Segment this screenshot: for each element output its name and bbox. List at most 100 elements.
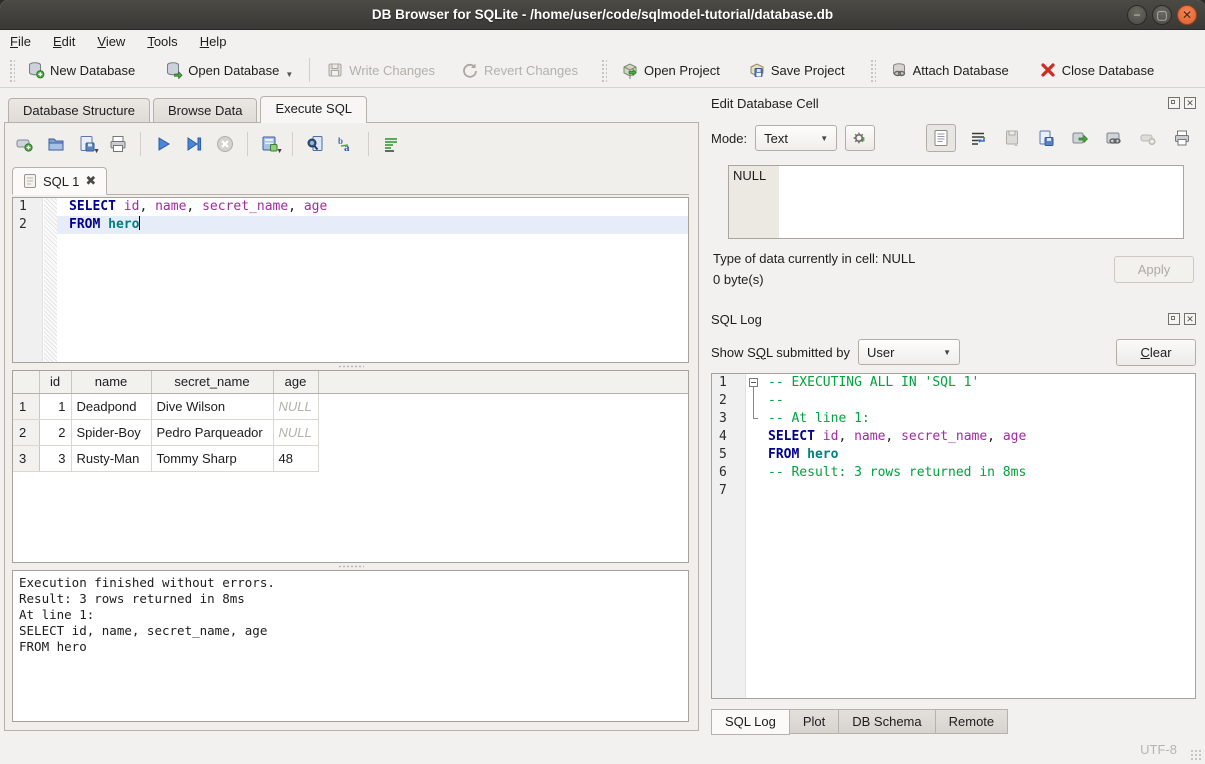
write-changes-button[interactable]: Write Changes — [318, 57, 443, 83]
execute-all-icon[interactable] — [152, 133, 174, 155]
link-cell-icon[interactable] — [1102, 126, 1126, 150]
row-header[interactable]: 2 — [13, 419, 39, 445]
cell-id[interactable]: 3 — [39, 445, 71, 471]
cell-mode-row: Mode: Text ▼ — [711, 123, 1196, 153]
corner-header[interactable] — [13, 371, 39, 393]
cell-editor-margin: NULL — [729, 166, 779, 238]
mode-select[interactable]: Text ▼ — [755, 125, 837, 151]
splitter-results-message[interactable] — [12, 563, 689, 570]
sql-log-view[interactable]: 1 -- EXECUTING ALL IN 'SQL 1' 2 -- 3 -- … — [711, 373, 1196, 699]
execution-message-panel: Execution finished without errors. Resul… — [12, 570, 689, 722]
table-row[interactable]: 1 1 Deadpond Dive Wilson NULL — [13, 393, 688, 419]
cell-name[interactable]: Deadpond — [71, 393, 151, 419]
word-wrap-icon[interactable] — [380, 133, 402, 155]
export-cell-icon[interactable] — [1034, 126, 1058, 150]
open-database-label: Open Database — [188, 63, 279, 78]
open-database-dropdown-icon[interactable]: ▼ — [285, 70, 293, 79]
float-panel-icon[interactable] — [1168, 313, 1180, 325]
print-icon[interactable] — [107, 133, 129, 155]
column-header-name[interactable]: name — [71, 371, 151, 393]
close-database-button[interactable]: Close Database — [1031, 57, 1163, 83]
revert-changes-label: Revert Changes — [484, 63, 578, 78]
close-panel-icon[interactable]: ✕ — [1184, 97, 1196, 109]
tab-execute-sql[interactable]: Execute SQL — [260, 96, 367, 123]
open-project-button[interactable]: Open Project — [613, 57, 728, 83]
revert-changes-icon — [461, 61, 479, 79]
save-sql-file-icon[interactable]: ▼ — [76, 133, 98, 155]
dock-tab-db-schema[interactable]: DB Schema — [839, 709, 935, 734]
fold-marker-collapse[interactable] — [746, 374, 764, 392]
open-database-button[interactable]: Open Database ▼ — [157, 57, 301, 83]
close-sql-tab-icon[interactable]: ✖ — [85, 173, 96, 189]
encoding-indicator[interactable]: UTF-8 — [1140, 742, 1177, 757]
dock-tab-plot[interactable]: Plot — [790, 709, 839, 734]
database-open-icon — [165, 61, 183, 79]
cell-age[interactable]: 48 — [273, 445, 318, 471]
revert-changes-button[interactable]: Revert Changes — [453, 57, 586, 83]
apply-button[interactable]: Apply — [1114, 256, 1194, 283]
cell-content-editor[interactable]: NULL — [728, 165, 1184, 239]
splitter-editor-results[interactable] — [12, 363, 689, 370]
submitter-select[interactable]: User ▼ — [858, 339, 960, 365]
attach-database-button[interactable]: Attach Database — [882, 57, 1017, 83]
float-panel-icon[interactable] — [1168, 97, 1180, 109]
import-cell-icon[interactable] — [1000, 126, 1024, 150]
close-panel-icon[interactable]: ✕ — [1184, 313, 1196, 325]
cell-age[interactable]: NULL — [273, 393, 318, 419]
set-null-icon[interactable] — [1136, 126, 1160, 150]
titlebar[interactable]: DB Browser for SQLite - /home/user/code/… — [0, 0, 1205, 30]
maximize-icon[interactable]: ▢ — [1152, 5, 1172, 25]
save-results-icon[interactable]: ▼ — [259, 133, 281, 155]
save-project-button[interactable]: Save Project — [740, 57, 853, 83]
cell-id[interactable]: 1 — [39, 393, 71, 419]
table-row[interactable]: 2 2 Spider-Boy Pedro Parqueador NULL — [13, 419, 688, 445]
chevron-down-icon: ▼ — [943, 348, 951, 357]
apply-cell-icon[interactable] — [1068, 126, 1092, 150]
toolbar-drag-handle[interactable] — [869, 58, 876, 82]
apply-mode-button[interactable] — [845, 125, 875, 151]
dock-tab-remote[interactable]: Remote — [936, 709, 1009, 734]
find-icon[interactable] — [304, 133, 326, 155]
menu-help[interactable]: Help — [200, 34, 227, 49]
text-mode-icon[interactable] — [926, 124, 956, 152]
wrap-lines-icon[interactable] — [966, 126, 990, 150]
column-header-id[interactable]: id — [39, 371, 71, 393]
edit-cell-title: Edit Database Cell — [711, 96, 1164, 111]
clear-button[interactable]: Clear — [1116, 339, 1196, 366]
table-row[interactable]: 3 3 Rusty-Man Tommy Sharp 48 — [13, 445, 688, 471]
sql-tab[interactable]: SQL 1 ✖ — [12, 167, 107, 195]
menu-tools[interactable]: Tools — [147, 34, 177, 49]
new-sql-tab-icon[interactable] — [14, 133, 36, 155]
close-icon[interactable]: ✕ — [1177, 5, 1197, 25]
column-header-age[interactable]: age — [273, 371, 318, 393]
open-sql-file-icon[interactable] — [45, 133, 67, 155]
cell-age[interactable]: NULL — [273, 419, 318, 445]
resize-grip[interactable] — [1190, 749, 1202, 761]
log-line: 6 -- Result: 3 rows returned in 8ms — [712, 464, 1195, 482]
sql-editor[interactable]: 1 SELECT id, name, secret_name, age 2 FR… — [12, 197, 689, 363]
toolbar-drag-handle[interactable] — [8, 58, 15, 82]
tab-browse-data[interactable]: Browse Data — [153, 98, 257, 123]
tab-database-structure[interactable]: Database Structure — [8, 98, 150, 123]
cell-secret-name[interactable]: Tommy Sharp — [151, 445, 273, 471]
cell-id[interactable]: 2 — [39, 419, 71, 445]
column-header-secret-name[interactable]: secret_name — [151, 371, 273, 393]
print-cell-icon[interactable] — [1170, 126, 1194, 150]
stop-icon[interactable] — [214, 133, 236, 155]
new-database-button[interactable]: New Database — [19, 57, 143, 83]
cell-name[interactable]: Rusty-Man — [71, 445, 151, 471]
menu-edit[interactable]: Edit — [53, 34, 75, 49]
cell-secret-name[interactable]: Dive Wilson — [151, 393, 273, 419]
minimize-icon[interactable]: − — [1127, 5, 1147, 25]
cell-name[interactable]: Spider-Boy — [71, 419, 151, 445]
cell-secret-name[interactable]: Pedro Parqueador — [151, 419, 273, 445]
toolbar-drag-handle[interactable] — [600, 58, 607, 82]
sql-document-icon — [23, 173, 37, 189]
menu-view[interactable]: View — [97, 34, 125, 49]
dock-tab-sql-log[interactable]: SQL Log — [711, 709, 790, 735]
row-header[interactable]: 1 — [13, 393, 39, 419]
execute-line-icon[interactable] — [183, 133, 205, 155]
format-icon[interactable]: ba — [335, 133, 357, 155]
row-header[interactable]: 3 — [13, 445, 39, 471]
menu-file[interactable]: File — [10, 34, 31, 49]
